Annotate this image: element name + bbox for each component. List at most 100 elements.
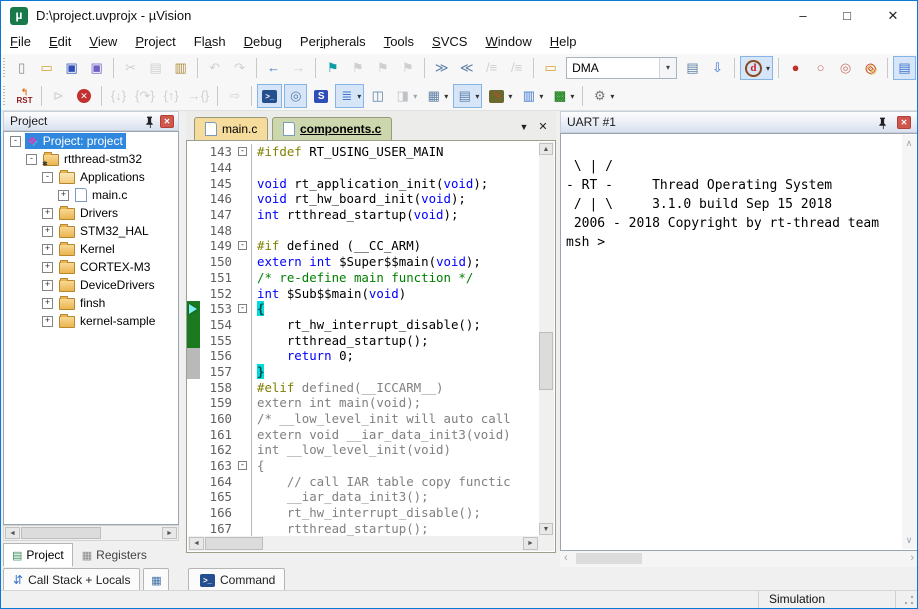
- code-margin[interactable]: [187, 458, 200, 474]
- fold-margin[interactable]: -: [237, 144, 252, 160]
- tree-item-project-project[interactable]: -❖Project: project: [4, 132, 178, 150]
- code-line-153[interactable]: 153-{: [187, 301, 539, 317]
- tab-memory[interactable]: ▦: [143, 568, 169, 592]
- navigate-forward-button[interactable]: →: [287, 56, 310, 80]
- menu-item-file[interactable]: File: [1, 31, 40, 49]
- fold-margin[interactable]: [237, 285, 252, 301]
- project-panel-close-button[interactable]: ✕: [160, 115, 174, 128]
- expander-drivers[interactable]: +: [42, 208, 53, 219]
- scroll-thumb[interactable]: [205, 537, 263, 550]
- system-viewer-button[interactable]: ▥▾: [517, 84, 546, 108]
- fold-margin[interactable]: -: [237, 238, 252, 254]
- save-button[interactable]: ▣: [60, 56, 83, 80]
- trace-windows-button[interactable]: ◨▾: [391, 84, 420, 108]
- code-margin[interactable]: [187, 332, 200, 348]
- fold-margin[interactable]: [237, 426, 252, 442]
- code-margin[interactable]: [187, 364, 200, 380]
- menu-item-tools[interactable]: Tools: [375, 31, 423, 49]
- run-to-cursor-button[interactable]: →{}: [185, 84, 213, 108]
- fold-collapse-icon[interactable]: -: [238, 241, 247, 250]
- fold-margin[interactable]: [237, 442, 252, 458]
- scroll-right-icon[interactable]: ›: [910, 552, 914, 564]
- tree-item-drivers[interactable]: + Drivers: [4, 204, 178, 222]
- code-line-158[interactable]: 158#elif defined(__ICCARM__): [187, 379, 539, 395]
- copy-button[interactable]: ▤: [144, 56, 167, 80]
- scroll-up-icon[interactable]: ▲: [539, 143, 553, 155]
- scroll-left-icon[interactable]: ◄: [189, 537, 204, 550]
- menu-item-project[interactable]: Project: [126, 31, 184, 49]
- tree-item-label-wrap[interactable]: main.c: [73, 187, 130, 203]
- fold-margin[interactable]: [237, 222, 252, 238]
- fold-collapse-icon[interactable]: -: [238, 461, 247, 470]
- toolbar-grip[interactable]: [3, 86, 9, 106]
- step-out-button[interactable]: {↑}: [160, 84, 183, 108]
- code-line-146[interactable]: 146void rt_hw_board_init(void);: [187, 191, 539, 207]
- expander-finsh[interactable]: +: [42, 298, 53, 309]
- undo-button[interactable]: ↶: [203, 56, 226, 80]
- uart-vscrollbar[interactable]: ∧ ∨: [902, 135, 916, 549]
- fold-margin[interactable]: [237, 254, 252, 270]
- code-margin[interactable]: [187, 505, 200, 521]
- code-margin[interactable]: [187, 175, 200, 191]
- expander-rtthread-stm32[interactable]: -: [26, 154, 37, 165]
- tab-list-button[interactable]: ▼: [516, 119, 532, 135]
- expander-stm32-hal[interactable]: +: [42, 226, 53, 237]
- code-margin[interactable]: [187, 442, 200, 458]
- code-line-143[interactable]: 143-#ifdef RT_USING_USER_MAIN: [187, 144, 539, 160]
- command-window-button[interactable]: >_: [257, 84, 282, 108]
- find-in-files-button[interactable]: ▭: [539, 56, 562, 80]
- code-margin[interactable]: [187, 270, 200, 286]
- code-line-150[interactable]: 150extern int $Super$$main(void);: [187, 254, 539, 270]
- resize-grip[interactable]: [903, 594, 915, 606]
- menu-item-window[interactable]: Window: [476, 31, 540, 49]
- run-button[interactable]: ⊳: [47, 84, 70, 108]
- code-line-156[interactable]: 156 return 0;: [187, 348, 539, 364]
- code-margin[interactable]: [187, 489, 200, 505]
- show-next-statement-button[interactable]: ⇨: [223, 84, 246, 108]
- find-button[interactable]: ▤: [681, 56, 704, 80]
- menu-item-debug[interactable]: Debug: [235, 31, 291, 49]
- debug-restore-views-button[interactable]: ◫: [366, 84, 389, 108]
- stop-button[interactable]: ✕: [72, 84, 96, 108]
- code-line-149[interactable]: 149-#if defined (__CC_ARM): [187, 238, 539, 254]
- pin-icon[interactable]: [876, 116, 889, 129]
- fold-collapse-icon[interactable]: -: [238, 304, 247, 313]
- expander-devicedrivers[interactable]: +: [42, 280, 53, 291]
- save-all-button[interactable]: ▣: [85, 56, 108, 80]
- code-margin[interactable]: [187, 191, 200, 207]
- code-line-144[interactable]: 144: [187, 160, 539, 176]
- tab-call-stack-locals[interactable]: ⇵ Call Stack + Locals: [3, 568, 140, 592]
- scroll-up-icon[interactable]: ∧: [902, 138, 916, 149]
- code-margin[interactable]: [187, 521, 200, 537]
- uncomment-button[interactable]: /≡: [505, 56, 528, 80]
- scroll-left-icon[interactable]: ‹: [564, 552, 568, 564]
- uart-terminal[interactable]: \ | /- RT - Thread Operating System / | …: [560, 133, 918, 551]
- fold-margin[interactable]: -: [237, 301, 252, 317]
- fold-margin[interactable]: [237, 348, 252, 364]
- outdent-button[interactable]: ≪: [455, 56, 478, 80]
- code-line-159[interactable]: 159extern int main(void);: [187, 395, 539, 411]
- code-line-164[interactable]: 164 // call IAR table copy functic: [187, 473, 539, 489]
- editor-hscrollbar[interactable]: ◄ ►: [188, 536, 539, 551]
- tab-project[interactable]: ▤Project: [3, 543, 73, 567]
- tree-item-label-wrap[interactable]: rtthread-stm32: [41, 151, 145, 167]
- tab-registers[interactable]: ▦Registers: [73, 543, 156, 567]
- fold-margin[interactable]: [237, 175, 252, 191]
- code-editor[interactable]: 143-#ifdef RT_USING_USER_MAIN144145void …: [186, 140, 556, 553]
- symbol-window-button[interactable]: S: [309, 84, 333, 108]
- tree-item-label-wrap[interactable]: Drivers: [57, 205, 121, 221]
- pin-icon[interactable]: [143, 115, 156, 128]
- editor-tab-components-c[interactable]: components.c: [272, 117, 392, 140]
- tree-item-label-wrap[interactable]: kernel-sample: [57, 313, 158, 329]
- scroll-right-icon[interactable]: ►: [523, 537, 538, 550]
- new-file-button[interactable]: ▯: [10, 56, 33, 80]
- search-combo-dropdown[interactable]: ▾: [659, 58, 676, 78]
- comment-button[interactable]: /≡: [480, 56, 503, 80]
- tree-item-label-wrap[interactable]: ❖Project: project: [25, 133, 126, 149]
- tree-item-stm32-hal[interactable]: +STM32_HAL: [4, 222, 178, 240]
- indent-button[interactable]: ≫: [430, 56, 453, 80]
- menu-item-view[interactable]: View: [80, 31, 126, 49]
- minimize-button[interactable]: –: [781, 1, 825, 30]
- toggle-bookmark-button[interactable]: ⚑: [321, 56, 344, 80]
- tree-item-label-wrap[interactable]: Applications: [57, 169, 148, 185]
